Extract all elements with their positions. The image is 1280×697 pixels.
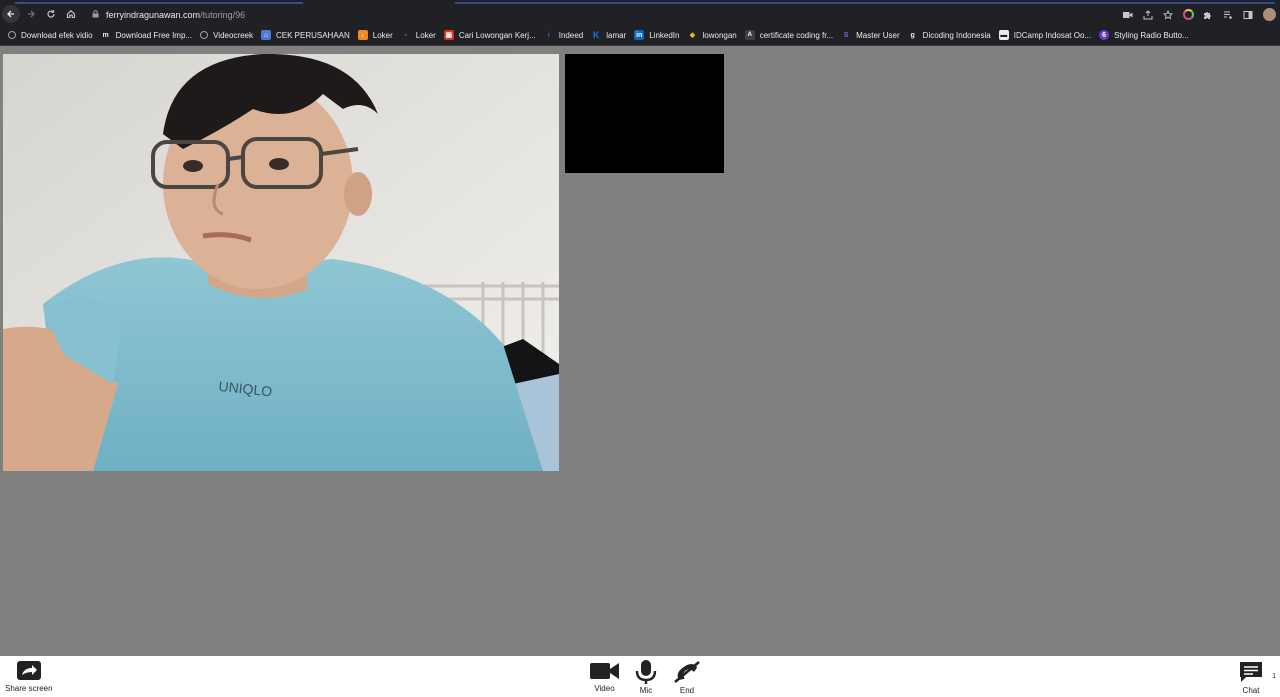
local-video: UNIQLO — [3, 54, 559, 471]
indeed-icon: i — [547, 31, 550, 39]
bookmark-item[interactable]: g Dicoding Indonesia — [904, 26, 995, 45]
glassdoor-icon: ▪ — [404, 31, 408, 39]
bookmark-label: Download Free Imp... — [115, 30, 193, 40]
bookmark-item[interactable]: ▪ Loker — [397, 26, 440, 45]
webcam-feed-illustration: UNIQLO — [3, 54, 559, 471]
bookmark-label: Cari Lowongan Kerj... — [458, 30, 536, 40]
bookmark-item[interactable]: S Master User — [837, 26, 904, 45]
bookmark-item[interactable]: Klamar — [587, 26, 630, 45]
building-icon: ⌂ — [260, 30, 271, 40]
url-text: ferryindragunawan.com/tutoring/96 — [106, 10, 245, 20]
bookmark-item[interactable]: ↓ Loker — [354, 26, 397, 45]
bookmark-label: CEK PERUSAHAAN — [275, 30, 350, 40]
media-control-icon[interactable] — [1218, 4, 1238, 25]
share-screen-label: Share screen — [5, 684, 53, 693]
mic-toggle-button[interactable]: Mic — [635, 660, 657, 695]
bookmark-item[interactable]: ▬ IDCamp Indosat Oo... — [995, 26, 1095, 45]
end-call-icon — [672, 660, 702, 684]
bookmark-label: lamar — [606, 30, 627, 40]
bookmark-label: certificate coding fr... — [759, 30, 834, 40]
code-icon: A — [744, 30, 755, 40]
forward-button[interactable] — [21, 4, 41, 24]
call-controls-bar: Share screen Video Mic End Chat 1 — [0, 656, 1280, 697]
bookmark-label: IDCamp Indosat Oo... — [1013, 30, 1092, 40]
arrow-right-icon — [28, 10, 35, 18]
mic-label: Mic — [639, 686, 653, 695]
reload-icon — [47, 10, 55, 18]
video-toggle-button[interactable]: Video — [589, 660, 620, 693]
extension-ring-icon[interactable] — [1178, 4, 1198, 25]
linkedin-icon: in — [634, 30, 645, 40]
browser-toolbar: ferryindragunawan.com/tutoring/96 — [0, 4, 1280, 25]
bookmark-label: Loker — [415, 30, 436, 40]
dicoding-icon: g — [910, 31, 915, 39]
camera-in-use-icon[interactable] — [1118, 4, 1138, 25]
side-panel-icon[interactable] — [1238, 4, 1258, 25]
job-icon: ▣ — [443, 30, 454, 40]
bookmark-item[interactable]: Videocreek — [196, 26, 257, 45]
bookmark-item[interactable]: Acertificate coding fr... — [741, 26, 837, 45]
chat-label: Chat — [1242, 686, 1260, 695]
profile-avatar[interactable] — [1258, 4, 1280, 25]
bookmark-label: Loker — [372, 30, 393, 40]
extensions-puzzle-icon[interactable] — [1198, 4, 1218, 25]
bookmarks-bar: Download efek vidio m Download Free Imp..… — [0, 25, 1280, 46]
remote-video — [565, 54, 724, 173]
url-path: /tutoring/96 — [200, 9, 246, 20]
toolbar-right — [1118, 4, 1280, 25]
bookmark-item[interactable]: in LinkedIn — [630, 26, 683, 45]
bookmark-item[interactable]: ⌂ CEK PERUSAHAAN — [257, 26, 354, 45]
end-call-button[interactable]: End — [672, 660, 702, 695]
share-screen-icon — [15, 660, 43, 682]
bookmark-item[interactable]: m Download Free Imp... — [97, 26, 196, 45]
m-icon: m — [100, 30, 111, 40]
arrow-left-icon — [7, 10, 14, 18]
bookmark-label: Master User — [856, 30, 900, 40]
share-screen-button[interactable]: Share screen — [5, 660, 53, 693]
bookmark-label: Download efek vidio — [21, 30, 93, 40]
bookmark-star-icon[interactable] — [1158, 4, 1178, 25]
bookmark-item[interactable]: ◆ lowongan — [683, 26, 740, 45]
bookmark-label: LinkedIn — [649, 30, 680, 40]
bookmark-label: lowongan — [702, 30, 737, 40]
bookmark-item[interactable]: 6 Styling Radio Butto... — [1095, 26, 1193, 45]
video-label: Video — [594, 684, 615, 693]
video-stage: UNIQLO — [0, 47, 1280, 656]
bookmark-item[interactable]: i Indeed — [540, 26, 587, 45]
bookmark-label: Indeed — [558, 30, 584, 40]
url-host: ferryindragunawan.com — [106, 9, 201, 20]
bookmark-item[interactable]: Download efek vidio — [4, 26, 97, 45]
six-icon: 6 — [1099, 30, 1110, 40]
chat-bubble-icon — [1238, 660, 1264, 684]
back-button[interactable] — [2, 5, 20, 23]
share-icon[interactable] — [1138, 4, 1158, 25]
video-camera-icon — [589, 660, 620, 682]
blip-icon: ◆ — [689, 32, 696, 39]
reload-button[interactable] — [41, 4, 61, 24]
page-icon: ▬ — [998, 30, 1009, 40]
microphone-icon — [635, 660, 657, 684]
home-icon — [66, 10, 76, 19]
address-bar[interactable]: ferryindragunawan.com/tutoring/96 — [84, 5, 1164, 24]
globe-icon — [200, 31, 209, 39]
bookmark-item[interactable]: ▣ Cari Lowongan Kerj... — [440, 26, 540, 45]
bookmark-label: Videocreek — [213, 30, 253, 40]
stripe-icon: S — [843, 31, 849, 39]
download-icon: ↓ — [357, 30, 368, 40]
chat-unread-count: 1 — [1272, 673, 1276, 680]
globe-icon — [8, 31, 16, 39]
home-button[interactable] — [61, 4, 81, 24]
lock-icon — [88, 9, 102, 20]
k-icon: K — [592, 30, 600, 40]
end-label: End — [679, 686, 695, 695]
bookmark-label: Styling Radio Butto... — [1114, 30, 1189, 40]
bookmark-label: Dicoding Indonesia — [922, 30, 991, 40]
chat-button[interactable]: Chat — [1238, 660, 1264, 695]
